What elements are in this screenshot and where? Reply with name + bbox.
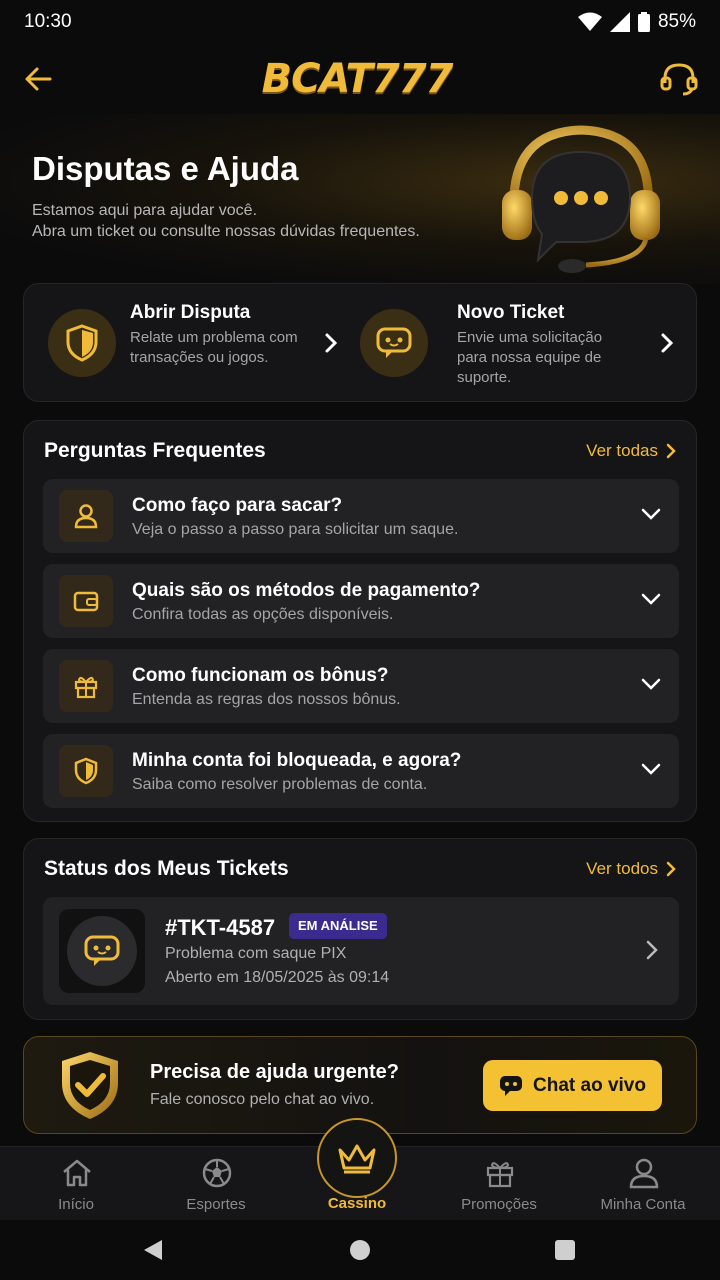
battery-icon [637, 12, 650, 32]
ticket-icon-circle [67, 916, 137, 986]
hero-banner: Disputas e Ajuda Estamos aqui para ajuda… [0, 114, 720, 284]
status-bar: 10:30 85% [0, 0, 720, 44]
action-title: Novo Ticket [457, 302, 565, 323]
chat-bubble-icon [376, 327, 412, 358]
new-ticket-action[interactable]: Novo Ticket Envie uma solicitação para n… [360, 284, 696, 401]
faq-title: Perguntas Frequentes [44, 439, 266, 462]
open-dispute-action[interactable]: Abrir Disputa Relate um problema com tra… [24, 284, 360, 401]
nav-item-promotions[interactable]: Promoções [427, 1147, 571, 1221]
see-all-label: Ver todas [586, 441, 658, 460]
wifi-icon [577, 12, 602, 31]
faq-icon-box [59, 745, 113, 797]
chat-bubble-icon [500, 1075, 522, 1096]
signal-icon [609, 12, 630, 32]
chevron-down-icon [641, 678, 661, 690]
urgent-subtitle: Fale conosco pelo chat ao vivo. [150, 1091, 375, 1108]
top-app-bar: BCAT777 [0, 44, 720, 114]
status-icons: 85% [577, 11, 696, 33]
back-arrow-icon[interactable] [22, 63, 54, 95]
tickets-see-all-link[interactable]: Ver todos [586, 859, 676, 879]
faq-question: Quais são os métodos de pagamento? [132, 580, 481, 601]
chevron-right-icon [661, 333, 674, 353]
nav-label: Esportes [186, 1196, 246, 1213]
action-icon-circle [360, 309, 428, 377]
ticket-row[interactable]: #TKT-4587 EM ANÁLISE Problema com saque … [43, 897, 679, 1005]
faq-summary: Veja o passo a passo para solicitar um s… [132, 521, 459, 538]
gift-icon [486, 1162, 514, 1188]
chevron-down-icon [641, 593, 661, 605]
ticket-id: #TKT-4587 [165, 915, 276, 940]
home-icon [63, 1159, 91, 1187]
quick-actions-card: Abrir Disputa Relate um problema com tra… [23, 283, 697, 402]
faq-icon-box [59, 575, 113, 627]
wallet-icon [73, 591, 99, 612]
page-subtitle: Estamos aqui para ajudar você. Abra um t… [32, 200, 472, 242]
nav-label: Promoções [461, 1196, 537, 1213]
shield-check-icon [62, 1052, 118, 1119]
live-chat-button[interactable]: Chat ao vivo [483, 1060, 662, 1111]
ticket-opened-date: Aberto em 18/05/2025 às 09:14 [165, 969, 390, 986]
faq-icon-box [59, 490, 113, 542]
nav-item-casino[interactable] [317, 1118, 397, 1198]
faq-item[interactable]: Como faço para sacar? Veja o passo a pas… [43, 479, 679, 553]
user-icon [74, 504, 98, 529]
battery-level: 85% [657, 11, 696, 32]
faq-card: Perguntas Frequentes Ver todas Como faço… [23, 420, 697, 822]
faq-summary: Entenda as regras dos nossos bônus. [132, 691, 401, 708]
shield-icon [74, 757, 98, 785]
faq-icon-box [59, 660, 113, 712]
chevron-right-icon [666, 443, 676, 459]
faq-question: Como funcionam os bônus? [132, 665, 389, 686]
see-all-label: Ver todos [586, 859, 658, 878]
faq-item[interactable]: Como funcionam os bônus? Entenda as regr… [43, 649, 679, 723]
user-icon [629, 1158, 659, 1189]
urgent-title: Precisa de ajuda urgente? [150, 1061, 399, 1083]
headset-icon[interactable] [660, 61, 698, 97]
subtitle-line-2: Abra um ticket ou consulte nossas dúvida… [32, 223, 420, 240]
faq-summary: Confira todas as opções disponíveis. [132, 606, 394, 623]
nav-label: Início [58, 1196, 94, 1213]
faq-see-all-link[interactable]: Ver todas [586, 441, 676, 461]
system-navigation-bar [0, 1220, 720, 1280]
live-chat-label: Chat ao vivo [533, 1074, 646, 1096]
tickets-card: Status dos Meus Tickets Ver todos #TKT-4… [23, 838, 697, 1020]
faq-summary: Saiba como resolver problemas de conta. [132, 776, 428, 793]
system-recents-icon[interactable] [554, 1239, 576, 1261]
action-description: Relate um problema com transações ou jog… [130, 329, 298, 366]
soccer-ball-icon [202, 1158, 232, 1188]
nav-label: Minha Conta [600, 1196, 686, 1213]
crown-icon [338, 1144, 376, 1174]
shield-icon [66, 324, 98, 362]
tickets-title: Status dos Meus Tickets [44, 857, 289, 880]
ticket-icon-box [59, 909, 145, 993]
chevron-right-icon [666, 861, 676, 877]
nav-item-account[interactable]: Minha Conta [571, 1147, 715, 1221]
faq-question: Minha conta foi bloqueada, e agora? [132, 750, 462, 771]
ticket-subject: Problema com saque PIX [165, 945, 347, 962]
status-time: 10:30 [24, 11, 72, 32]
action-icon-circle [48, 309, 116, 377]
status-badge: EM ANÁLISE [289, 913, 387, 939]
chevron-down-icon [641, 508, 661, 520]
faq-item[interactable]: Minha conta foi bloqueada, e agora? Saib… [43, 734, 679, 808]
chevron-right-icon [646, 940, 658, 960]
support-headset-illustration-icon [502, 125, 660, 273]
gift-icon [74, 676, 98, 699]
action-title: Abrir Disputa [130, 302, 251, 323]
system-home-icon[interactable] [349, 1239, 371, 1261]
nav-item-sports[interactable]: Esportes [144, 1147, 288, 1221]
page-title: Disputas e Ajuda [32, 150, 299, 187]
chevron-right-icon [325, 333, 338, 353]
chevron-down-icon [641, 763, 661, 775]
action-description: Envie uma solicitação para nossa equipe … [457, 329, 603, 386]
system-back-icon[interactable] [142, 1238, 164, 1262]
nav-label-casino: Cassino [327, 1195, 387, 1212]
brand-logo: BCAT777 [261, 56, 454, 102]
faq-item[interactable]: Quais são os métodos de pagamento? Confi… [43, 564, 679, 638]
subtitle-line-1: Estamos aqui para ajudar você. [32, 202, 258, 219]
faq-question: Como faço para sacar? [132, 495, 343, 516]
nav-item-home[interactable]: Início [4, 1147, 148, 1221]
chat-bubble-icon [84, 935, 120, 966]
